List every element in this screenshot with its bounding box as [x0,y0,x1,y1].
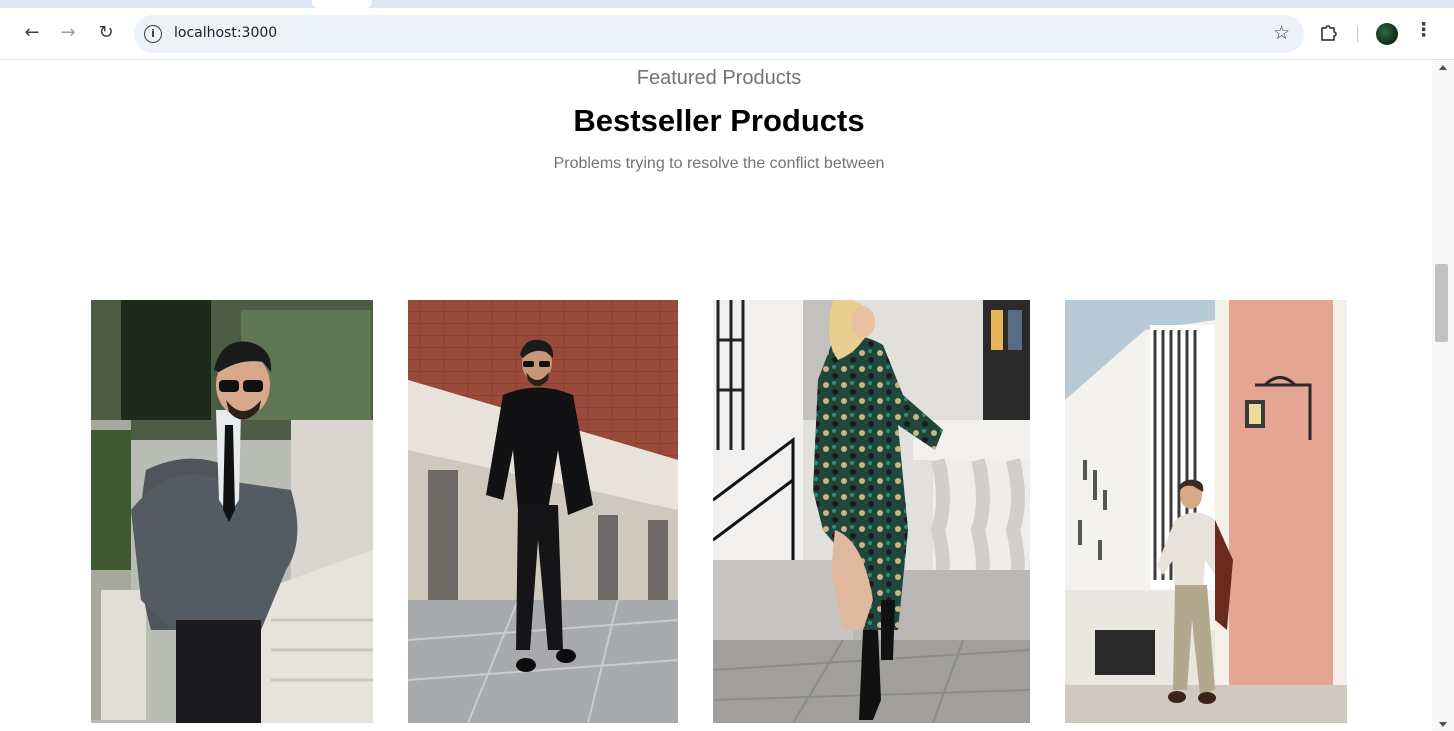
back-arrow-icon[interactable]: ← [18,18,46,46]
page-scrollbar[interactable] [1432,61,1454,731]
more-menu-icon[interactable]: ⋮ [1414,19,1433,41]
man-grey-blazer-stairs-photo [91,300,373,723]
site-info-icon[interactable]: i [144,25,162,43]
reload-icon[interactable]: ↻ [92,18,120,46]
url-text[interactable]: localhost:3000 [174,25,277,41]
section-eyebrow: Featured Products [636,67,802,89]
address-bar[interactable]: i localhost:3000 ☆ [134,15,1304,53]
active-tab-edge[interactable] [312,0,372,8]
scroll-up-arrow-icon[interactable] [1439,65,1447,70]
section-title: Bestseller Products [573,103,865,138]
tab-strip [0,0,1454,8]
product-card-2[interactable] [408,300,678,723]
man-black-suit-walking-photo [408,300,678,723]
woman-green-print-dress-photo [713,300,1030,723]
product-card-4[interactable] [1065,300,1347,723]
toolbar-divider [1357,26,1358,42]
browser-chrome: ← → ↻ i localhost:3000 ☆ ⋮ [0,0,1454,60]
man-suspenders-pink-wall-photo [1065,300,1347,723]
extensions-puzzle-icon[interactable] [1318,22,1338,42]
product-card-3[interactable] [713,300,1030,723]
profile-avatar[interactable] [1376,23,1398,45]
section-subtitle: Problems trying to resolve the conflict … [553,155,885,172]
browser-toolbar: ← → ↻ i localhost:3000 ☆ ⋮ [0,12,1454,56]
scroll-thumb[interactable] [1435,264,1448,342]
forward-arrow-icon[interactable]: → [54,18,82,46]
bookmark-star-icon[interactable]: ☆ [1273,22,1290,44]
product-card-1[interactable] [91,300,373,723]
scroll-down-arrow-icon[interactable] [1439,722,1447,727]
